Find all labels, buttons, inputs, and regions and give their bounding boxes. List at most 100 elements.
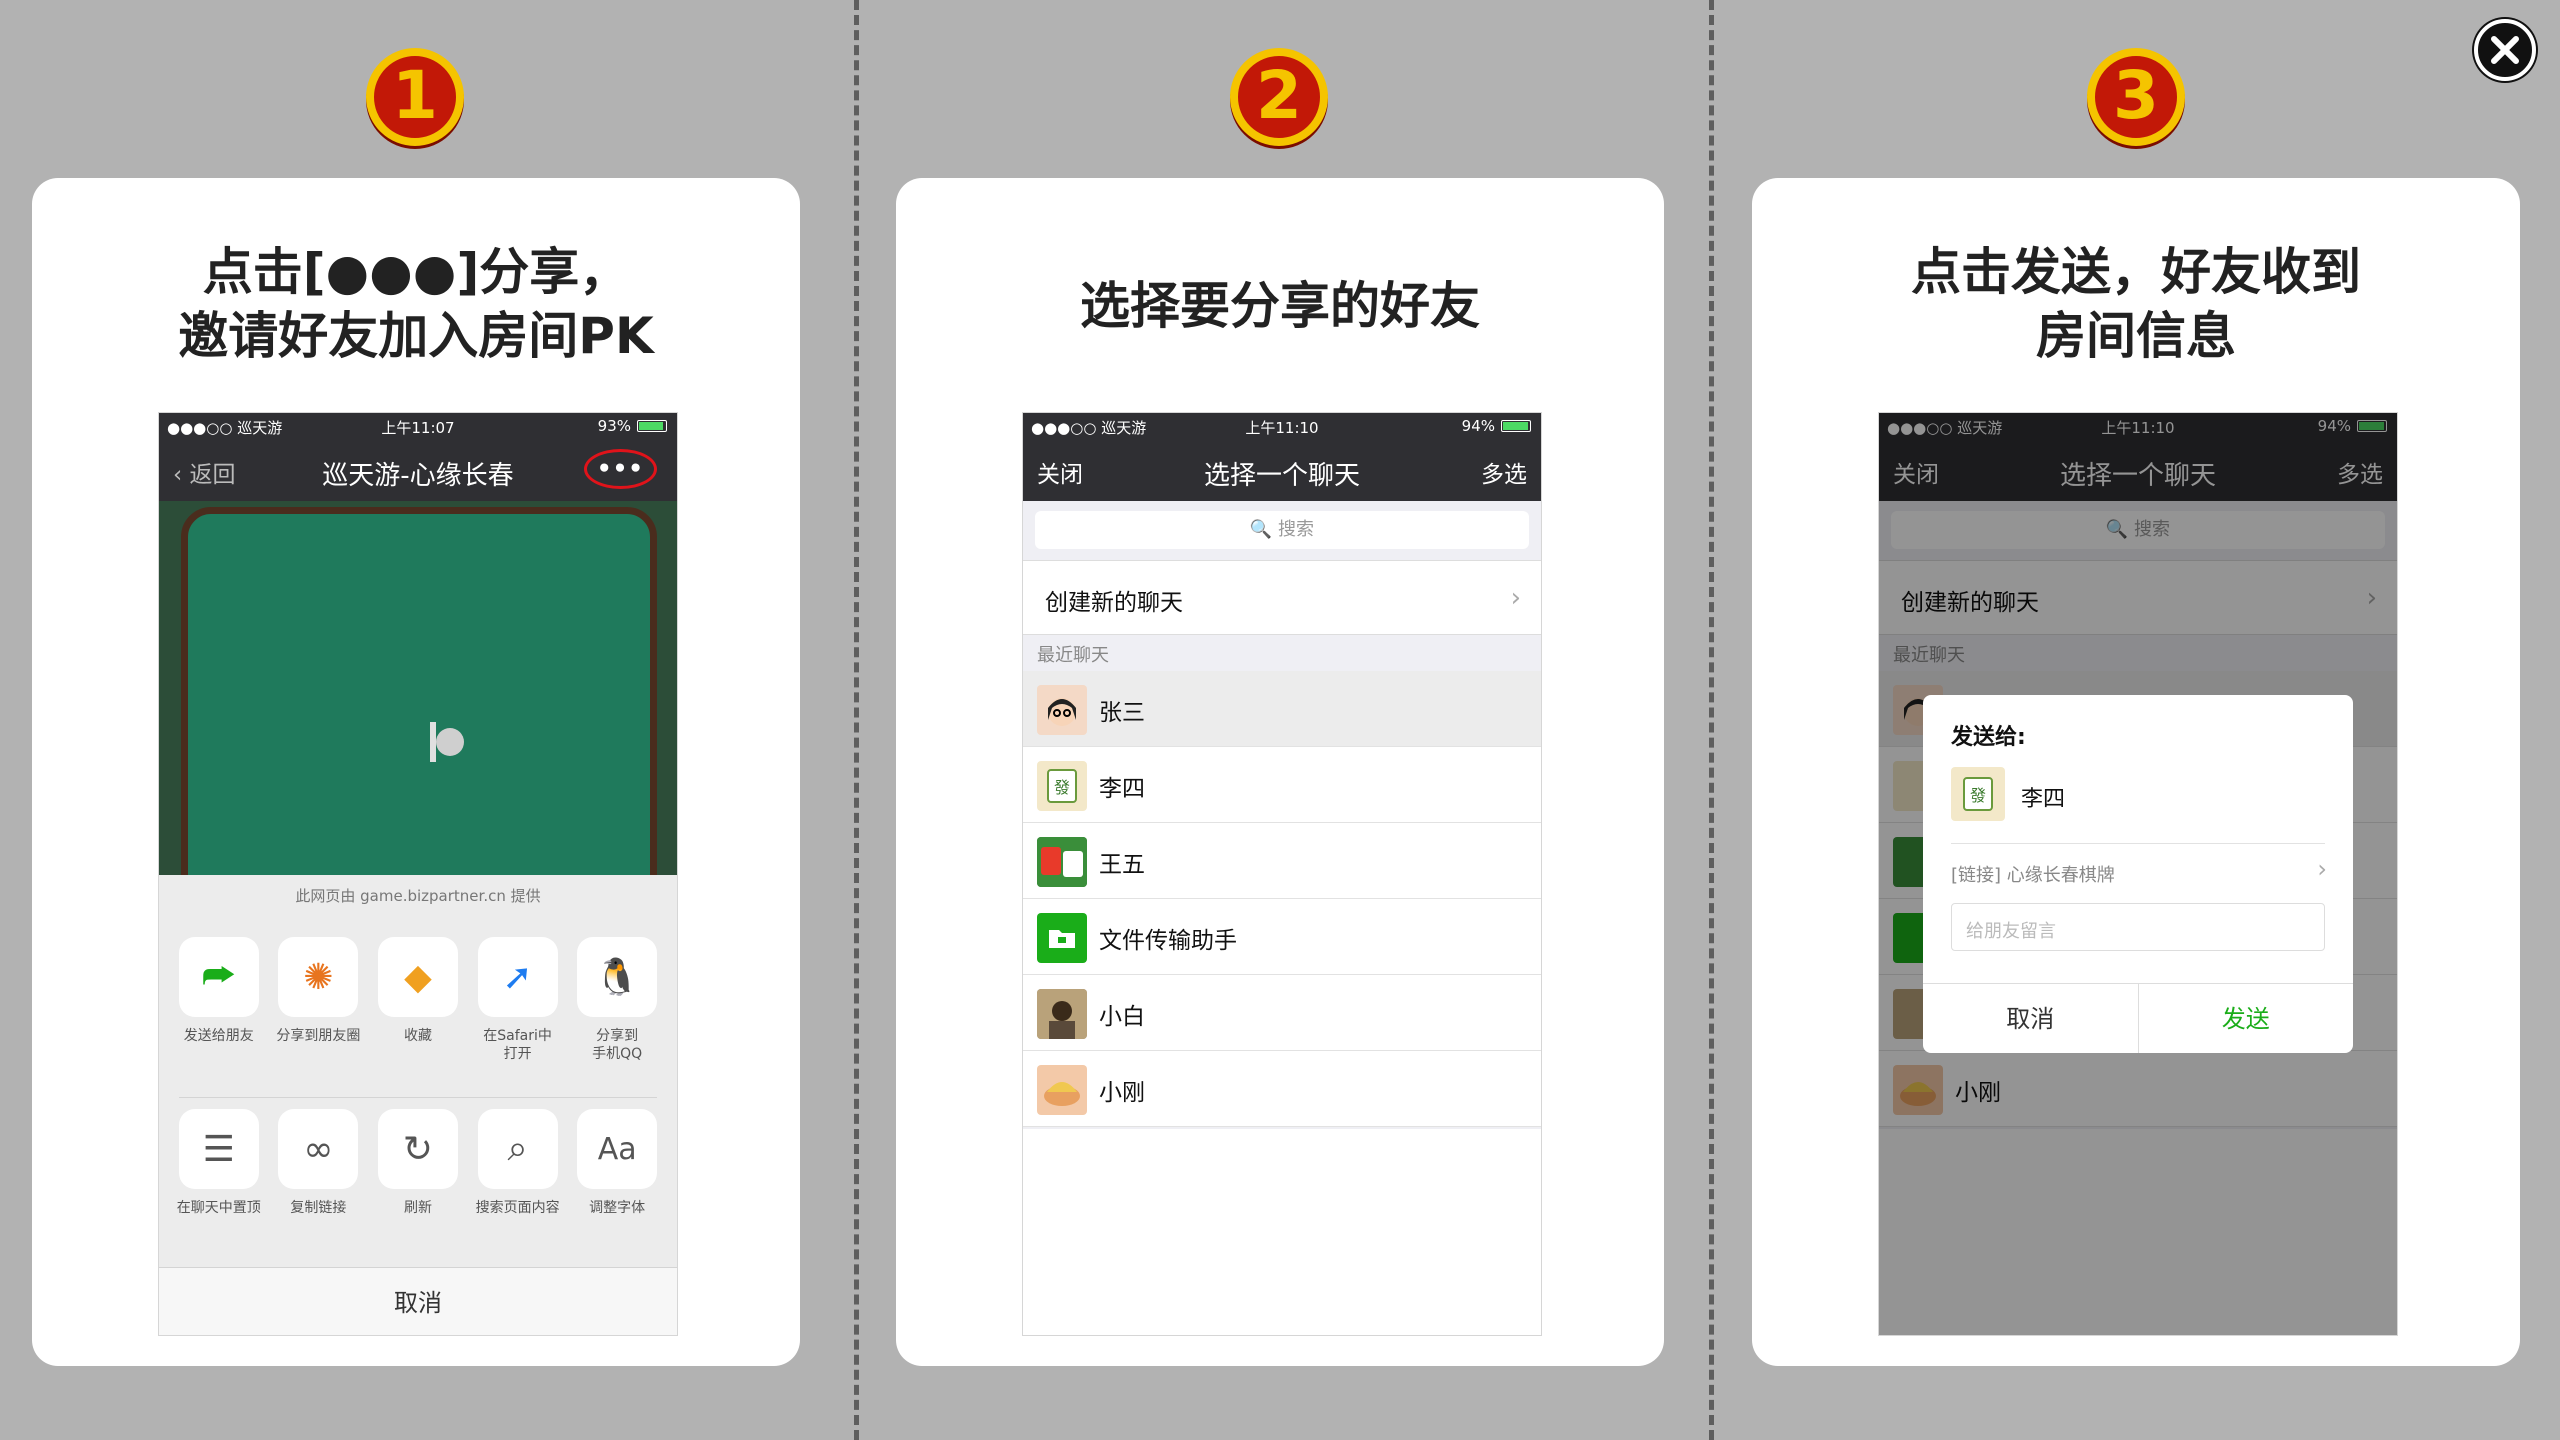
share-moments[interactable]: ✺ 分享到朋友圈 xyxy=(273,937,363,1063)
contact-row[interactable]: 张三 xyxy=(1023,671,1541,747)
share-send-friend[interactable]: ⮫ 发送给朋友 xyxy=(174,937,264,1063)
recent-chats-label: 最近聊天 xyxy=(1037,645,1109,666)
share-open-safari[interactable]: ➚ 在Safari中 打开 xyxy=(473,937,563,1063)
sheet-source-text: 此网页由 game.bizpartner.cn 提供 xyxy=(295,887,541,905)
contact-name: 小刚 xyxy=(1099,1080,1145,1106)
avatar-cartoon-icon xyxy=(1037,1065,1087,1115)
dialog-send-button[interactable]: 发送 xyxy=(2139,984,2354,1053)
share-label: 在Safari中 打开 xyxy=(483,1028,552,1062)
nav-title: 选择一个聊天 xyxy=(1203,461,1360,491)
panel-divider-left xyxy=(854,0,859,1440)
phone-screenshot-send-dialog: ●●●○○ 巡天游 上午11:10 94% 关闭 选择一个聊天 多选 🔍 搜索 … xyxy=(1878,412,2398,1336)
contact-row[interactable]: 小刚 xyxy=(1023,1051,1541,1127)
action-pin-top[interactable]: ☰ 在聊天中置顶 xyxy=(174,1109,264,1217)
contact-name: 张三 xyxy=(1099,700,1145,726)
share-label: 搜索页面内容 xyxy=(475,1200,560,1216)
qq-penguin-icon: 🐧 xyxy=(577,937,658,1017)
loading-flag-icon xyxy=(430,722,464,762)
recipient-name: 李四 xyxy=(2021,787,2066,812)
contact-name: 文件传输助手 xyxy=(1099,928,1237,954)
avatar-mahjong-icon: 發 xyxy=(1037,761,1087,811)
step-title-2: 选择要分享的好友 xyxy=(1080,277,1480,335)
contact-name: 王五 xyxy=(1099,852,1145,878)
folder-icon xyxy=(1037,913,1087,963)
action-refresh[interactable]: ↻ 刷新 xyxy=(373,1109,463,1217)
svg-text:發: 發 xyxy=(1054,778,1070,797)
link-icon: ∞ xyxy=(278,1109,359,1189)
message-input[interactable]: 给朋友留言 xyxy=(1951,903,2325,951)
share-label: 复制链接 xyxy=(290,1200,347,1216)
share-label: 刷新 xyxy=(403,1200,432,1216)
contact-row[interactable]: 小白 xyxy=(1023,975,1541,1051)
contact-list: 张三 發 李四 王五 文件传输助手 小白 小刚 xyxy=(1023,671,1541,1127)
nav-multiselect-button[interactable]: 多选 xyxy=(1481,455,1527,489)
battery-icon xyxy=(1501,420,1531,432)
avatar-girl-icon xyxy=(1037,685,1087,735)
search-bar: 🔍 搜索 xyxy=(1023,501,1541,561)
step-title-3: 点击发送，好友收到 房间信息 xyxy=(1911,243,2361,365)
search-input[interactable]: 🔍 搜索 xyxy=(1035,511,1529,549)
sheet-divider xyxy=(179,1097,657,1098)
empty-list-area xyxy=(1023,1129,1541,1335)
send-dialog: 发送给: 發 李四 [链接] 心缘长春棋牌 › 给朋友留言 取消 发送 xyxy=(1923,695,2353,1053)
nav-bar: 关闭 选择一个聊天 多选 xyxy=(1023,439,1541,501)
moments-icon: ✺ xyxy=(278,937,359,1017)
contact-row[interactable]: 文件传输助手 xyxy=(1023,899,1541,975)
dialog-divider xyxy=(1951,843,2325,844)
status-bar: ●●●○○ 巡天游 上午11:10 94% xyxy=(1023,413,1541,439)
battery-label: 93% xyxy=(597,417,631,435)
share-label: 分享到朋友圈 xyxy=(276,1028,361,1044)
game-area xyxy=(159,501,677,947)
step-card-3: 点击发送，好友收到 房间信息 ●●●○○ 巡天游 上午11:10 94% 关闭 … xyxy=(1752,178,2520,1366)
share-sheet: 此网页由 game.bizpartner.cn 提供 ⮫ 发送给朋友 ✺ 分享到… xyxy=(159,875,677,1335)
share-label: 发送给朋友 xyxy=(183,1028,254,1044)
phone-screenshot-share: ●●●○○ 巡天游 上午11:07 93% ‹ 返回 巡天游-心缘长春 ••• … xyxy=(158,412,678,1336)
action-search-page[interactable]: ⌕ 搜索页面内容 xyxy=(473,1109,563,1217)
refresh-icon: ↻ xyxy=(377,1109,458,1189)
create-new-chat-label: 创建新的聊天 xyxy=(1045,590,1183,616)
svg-text:發: 發 xyxy=(1970,786,1986,805)
share-arrow-icon: ⮫ xyxy=(178,937,259,1017)
dialog-cancel-button[interactable]: 取消 xyxy=(1923,984,2139,1053)
contact-name: 小白 xyxy=(1099,1004,1145,1030)
share-favorite[interactable]: ◆ 收藏 xyxy=(373,937,463,1063)
share-row-primary: ⮫ 发送给朋友 ✺ 分享到朋友圈 ◆ 收藏 ➚ 在Safari中 打开 🐧 分享… xyxy=(159,937,677,1063)
share-label: 收藏 xyxy=(403,1028,432,1044)
phone-screenshot-select-chat: ●●●○○ 巡天游 上午11:10 94% 关闭 选择一个聊天 多选 🔍 搜索 … xyxy=(1022,412,1542,1336)
dialog-buttons: 取消 发送 xyxy=(1923,983,2353,1053)
action-font-size[interactable]: Aa 调整字体 xyxy=(572,1109,662,1217)
create-new-chat-row[interactable]: 创建新的聊天 › xyxy=(1023,561,1541,635)
step-card-2: 选择要分享的好友 ●●●○○ 巡天游 上午11:10 94% 关闭 选择一个聊天… xyxy=(896,178,1664,1366)
nav-bar: ‹ 返回 巡天游-心缘长春 ••• xyxy=(159,439,677,501)
shared-link-preview[interactable]: [链接] 心缘长春棋牌 xyxy=(1951,861,2115,887)
step-badge-1: 1 xyxy=(366,48,464,146)
step-card-1: 点击[●●●]分享， 邀请好友加入房间PK ●●●○○ 巡天游 上午11:07 … xyxy=(32,178,800,1366)
avatar-mahjong-icon: 發 xyxy=(1951,767,2005,821)
contact-name: 李四 xyxy=(1099,776,1145,802)
action-copy-link[interactable]: ∞ 复制链接 xyxy=(273,1109,363,1217)
font-size-icon: Aa xyxy=(577,1109,658,1189)
share-qq[interactable]: 🐧 分享到 手机QQ xyxy=(572,937,662,1063)
avatar-photo-icon xyxy=(1037,989,1087,1039)
more-button[interactable]: ••• xyxy=(583,449,657,489)
share-label: 在聊天中置顶 xyxy=(176,1200,261,1216)
chevron-right-icon: › xyxy=(1510,583,1521,613)
step-title-1: 点击[●●●]分享， 邀请好友加入房间PK xyxy=(178,243,654,365)
status-bar: ●●●○○ 巡天游 上午11:07 93% xyxy=(159,413,677,439)
avatar-game-icon xyxy=(1037,837,1087,887)
chevron-right-icon: › xyxy=(2317,855,2327,883)
search-icon: ⌕ xyxy=(477,1109,558,1189)
contact-row[interactable]: 王五 xyxy=(1023,823,1541,899)
step-badge-2: 2 xyxy=(1230,48,1328,146)
contact-row[interactable]: 發 李四 xyxy=(1023,747,1541,823)
share-row-secondary: ☰ 在聊天中置顶 ∞ 复制链接 ↻ 刷新 ⌕ 搜索页面内容 Aa 调整字体 xyxy=(159,1109,677,1217)
safari-compass-icon: ➚ xyxy=(477,937,558,1017)
sheet-cancel-button[interactable]: 取消 xyxy=(159,1267,677,1335)
share-label: 分享到 手机QQ xyxy=(592,1028,643,1062)
close-button[interactable] xyxy=(2474,19,2536,81)
battery-icon xyxy=(637,420,667,432)
step-badge-3: 3 xyxy=(2087,48,2185,146)
panel-divider-right xyxy=(1709,0,1714,1440)
battery-label: 94% xyxy=(1461,417,1495,435)
close-icon xyxy=(2491,36,2519,64)
